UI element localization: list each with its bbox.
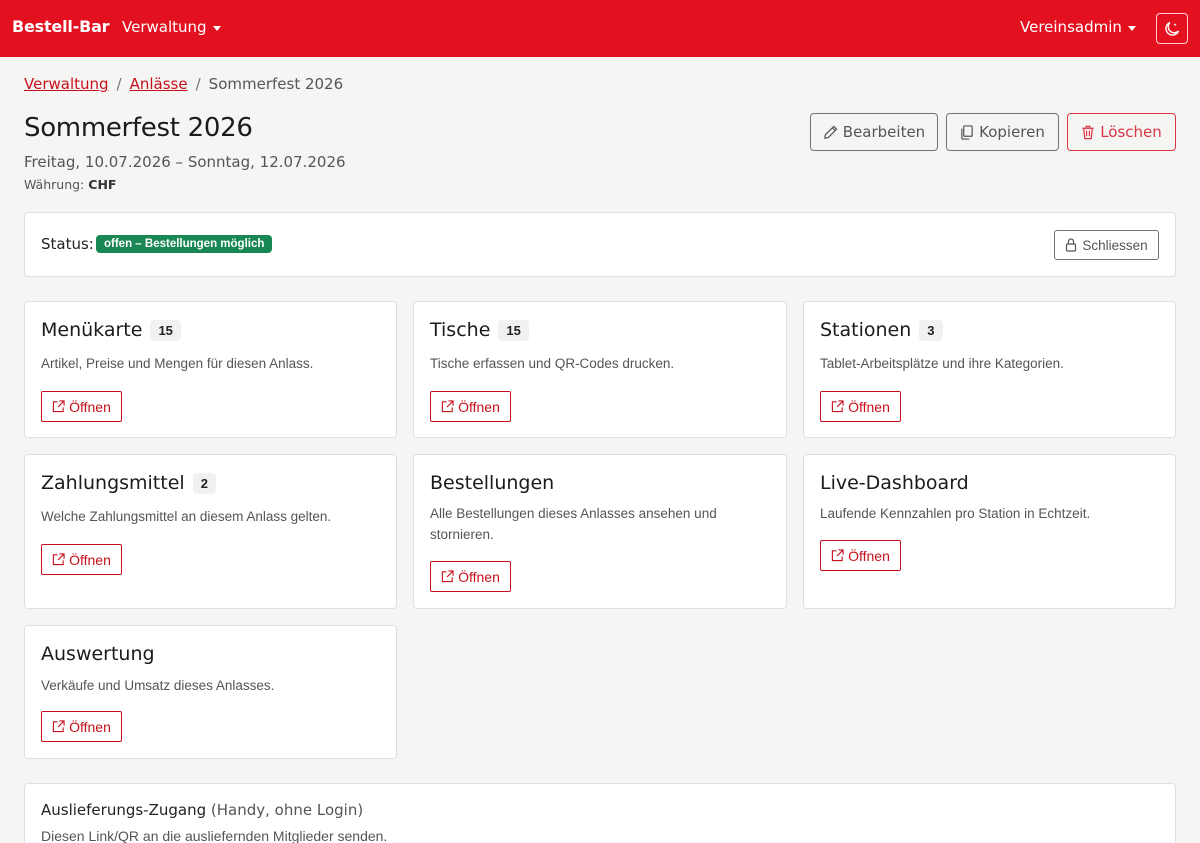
card-live-dashboard: Live-Dashboard Laufende Kennzahlen pro S…	[803, 454, 1176, 609]
card-description: Alle Bestellungen dieses Anlasses ansehe…	[430, 506, 717, 542]
delete-button-label: Löschen	[1100, 123, 1162, 141]
currency-value: CHF	[88, 177, 117, 192]
event-dates: Freitag, 10.07.2026 – Sonntag, 12.07.202…	[24, 153, 346, 171]
breadcrumb-separator: /	[116, 75, 122, 93]
edit-button[interactable]: Bearbeiten	[810, 113, 938, 151]
card-title: Auswertung	[41, 643, 155, 665]
open-button-label: Öffnen	[458, 568, 500, 585]
open-zahlungsmittel-button[interactable]: Öffnen	[41, 544, 122, 575]
breadcrumb-link-verwaltung[interactable]: Verwaltung	[24, 75, 109, 93]
admin-menu-label: Verwaltung	[122, 18, 207, 36]
card-stationen: Stationen 3 Tablet-Arbeitsplätze und ihr…	[803, 301, 1176, 438]
count-badge: 3	[919, 319, 943, 341]
top-navbar: Bestell-Bar Verwaltung Vereinsadmin	[0, 0, 1200, 57]
caret-down-icon	[212, 25, 221, 31]
card-title: Menükarte 15	[41, 319, 181, 341]
card-auswertung: Auswertung Verkäufe und Umsatz dieses An…	[24, 625, 397, 759]
card-bestellungen: Bestellungen Alle Bestellungen dieses An…	[413, 454, 787, 609]
count-badge: 15	[150, 319, 181, 341]
external-link-icon	[831, 549, 844, 562]
page-title: Sommerfest 2026	[24, 113, 253, 143]
open-button-label: Öffnen	[69, 398, 111, 415]
brand-link[interactable]: Bestell-Bar	[12, 17, 110, 36]
theme-toggle-button[interactable]	[1156, 13, 1188, 44]
card-description: Artikel, Preise und Mengen für diesen An…	[41, 356, 314, 371]
moon-icon	[1165, 21, 1180, 36]
card-description: Tablet-Arbeitsplätze und ihre Kategorien…	[820, 356, 1064, 371]
card-tische: Tische 15 Tische erfassen und QR-Codes d…	[413, 301, 787, 438]
card-title-text: Auswertung	[41, 643, 155, 665]
card-zahlungsmittel: Zahlungsmittel 2 Welche Zahlungsmittel a…	[24, 454, 397, 609]
open-button-label: Öffnen	[69, 718, 111, 735]
admin-menu-dropdown[interactable]: Verwaltung	[122, 18, 221, 36]
card-title-text: Zahlungsmittel	[41, 472, 185, 494]
delivery-title-text: Auslieferungs-Zugang	[41, 801, 207, 819]
pencil-icon	[823, 125, 838, 139]
caret-down-icon	[1127, 25, 1136, 31]
open-stationen-button[interactable]: Öffnen	[820, 391, 901, 422]
card-title: Zahlungsmittel 2	[41, 472, 216, 494]
external-link-icon	[831, 400, 844, 413]
delete-button[interactable]: Löschen	[1067, 113, 1176, 151]
close-event-button[interactable]: Schliessen	[1054, 230, 1159, 260]
lock-icon	[1066, 238, 1077, 252]
card-title-text: Bestellungen	[430, 472, 555, 494]
copy-button-label: Kopieren	[979, 123, 1045, 141]
card-description: Welche Zahlungsmittel an diesem Anlass g…	[41, 509, 332, 524]
delivery-description: Diesen Link/QR an die ausliefernden Mitg…	[41, 828, 388, 843]
delivery-access-panel: Auslieferungs-Zugang (Handy, ohne Login)…	[24, 783, 1176, 843]
card-title-text: Tische	[430, 319, 491, 341]
breadcrumb-current: Sommerfest 2026	[208, 75, 344, 93]
open-live-dashboard-button[interactable]: Öffnen	[820, 540, 901, 571]
external-link-icon	[52, 720, 65, 733]
card-title-text: Menükarte	[41, 319, 143, 341]
open-button-label: Öffnen	[848, 547, 890, 564]
card-title-text: Stationen	[820, 319, 912, 341]
open-button-label: Öffnen	[69, 551, 111, 568]
status-panel: Status: offen – Bestellungen möglich Sch…	[24, 212, 1176, 277]
card-title: Live-Dashboard	[820, 472, 969, 494]
card-title: Tische 15	[430, 319, 529, 341]
card-title: Stationen 3	[820, 319, 943, 341]
open-bestellungen-button[interactable]: Öffnen	[430, 561, 511, 592]
open-menukarte-button[interactable]: Öffnen	[41, 391, 122, 422]
card-menukarte: Menükarte 15 Artikel, Preise und Mengen …	[24, 301, 397, 438]
delivery-title-note: (Handy, ohne Login)	[210, 801, 364, 819]
external-link-icon	[441, 570, 454, 583]
count-badge: 15	[498, 319, 529, 341]
status-badge: offen – Bestellungen möglich	[96, 235, 273, 253]
external-link-icon	[52, 553, 65, 566]
edit-button-label: Bearbeiten	[842, 123, 926, 141]
breadcrumb-link-anlaesse[interactable]: Anlässe	[130, 75, 188, 93]
card-title: Bestellungen	[430, 472, 554, 494]
breadcrumb-separator: /	[195, 75, 201, 93]
user-menu-label: Vereinsadmin	[1020, 18, 1122, 36]
status-label: Status:	[41, 235, 94, 253]
open-tische-button[interactable]: Öffnen	[430, 391, 511, 422]
open-button-label: Öffnen	[848, 398, 890, 415]
copy-icon	[961, 124, 973, 140]
card-description: Laufende Kennzahlen pro Station in Echtz…	[820, 506, 1091, 521]
count-badge: 2	[192, 472, 216, 494]
card-description: Verkäufe und Umsatz dieses Anlasses.	[41, 678, 275, 693]
external-link-icon	[441, 400, 454, 413]
card-title-text: Live-Dashboard	[820, 472, 969, 494]
breadcrumb: Verwaltung / Anlässe / Sommerfest 2026	[24, 75, 343, 93]
currency-info: Währung: CHF	[24, 177, 116, 192]
close-event-label: Schliessen	[1082, 237, 1148, 253]
currency-label: Währung:	[24, 177, 85, 192]
trash-icon	[1082, 125, 1094, 139]
card-description: Tische erfassen und QR-Codes drucken.	[430, 356, 675, 371]
open-button-label: Öffnen	[458, 398, 500, 415]
delivery-title: Auslieferungs-Zugang (Handy, ohne Login)	[41, 801, 363, 819]
external-link-icon	[52, 400, 65, 413]
user-menu-dropdown[interactable]: Vereinsadmin	[1020, 18, 1136, 36]
open-auswertung-button[interactable]: Öffnen	[41, 711, 122, 742]
copy-button[interactable]: Kopieren	[946, 113, 1059, 151]
